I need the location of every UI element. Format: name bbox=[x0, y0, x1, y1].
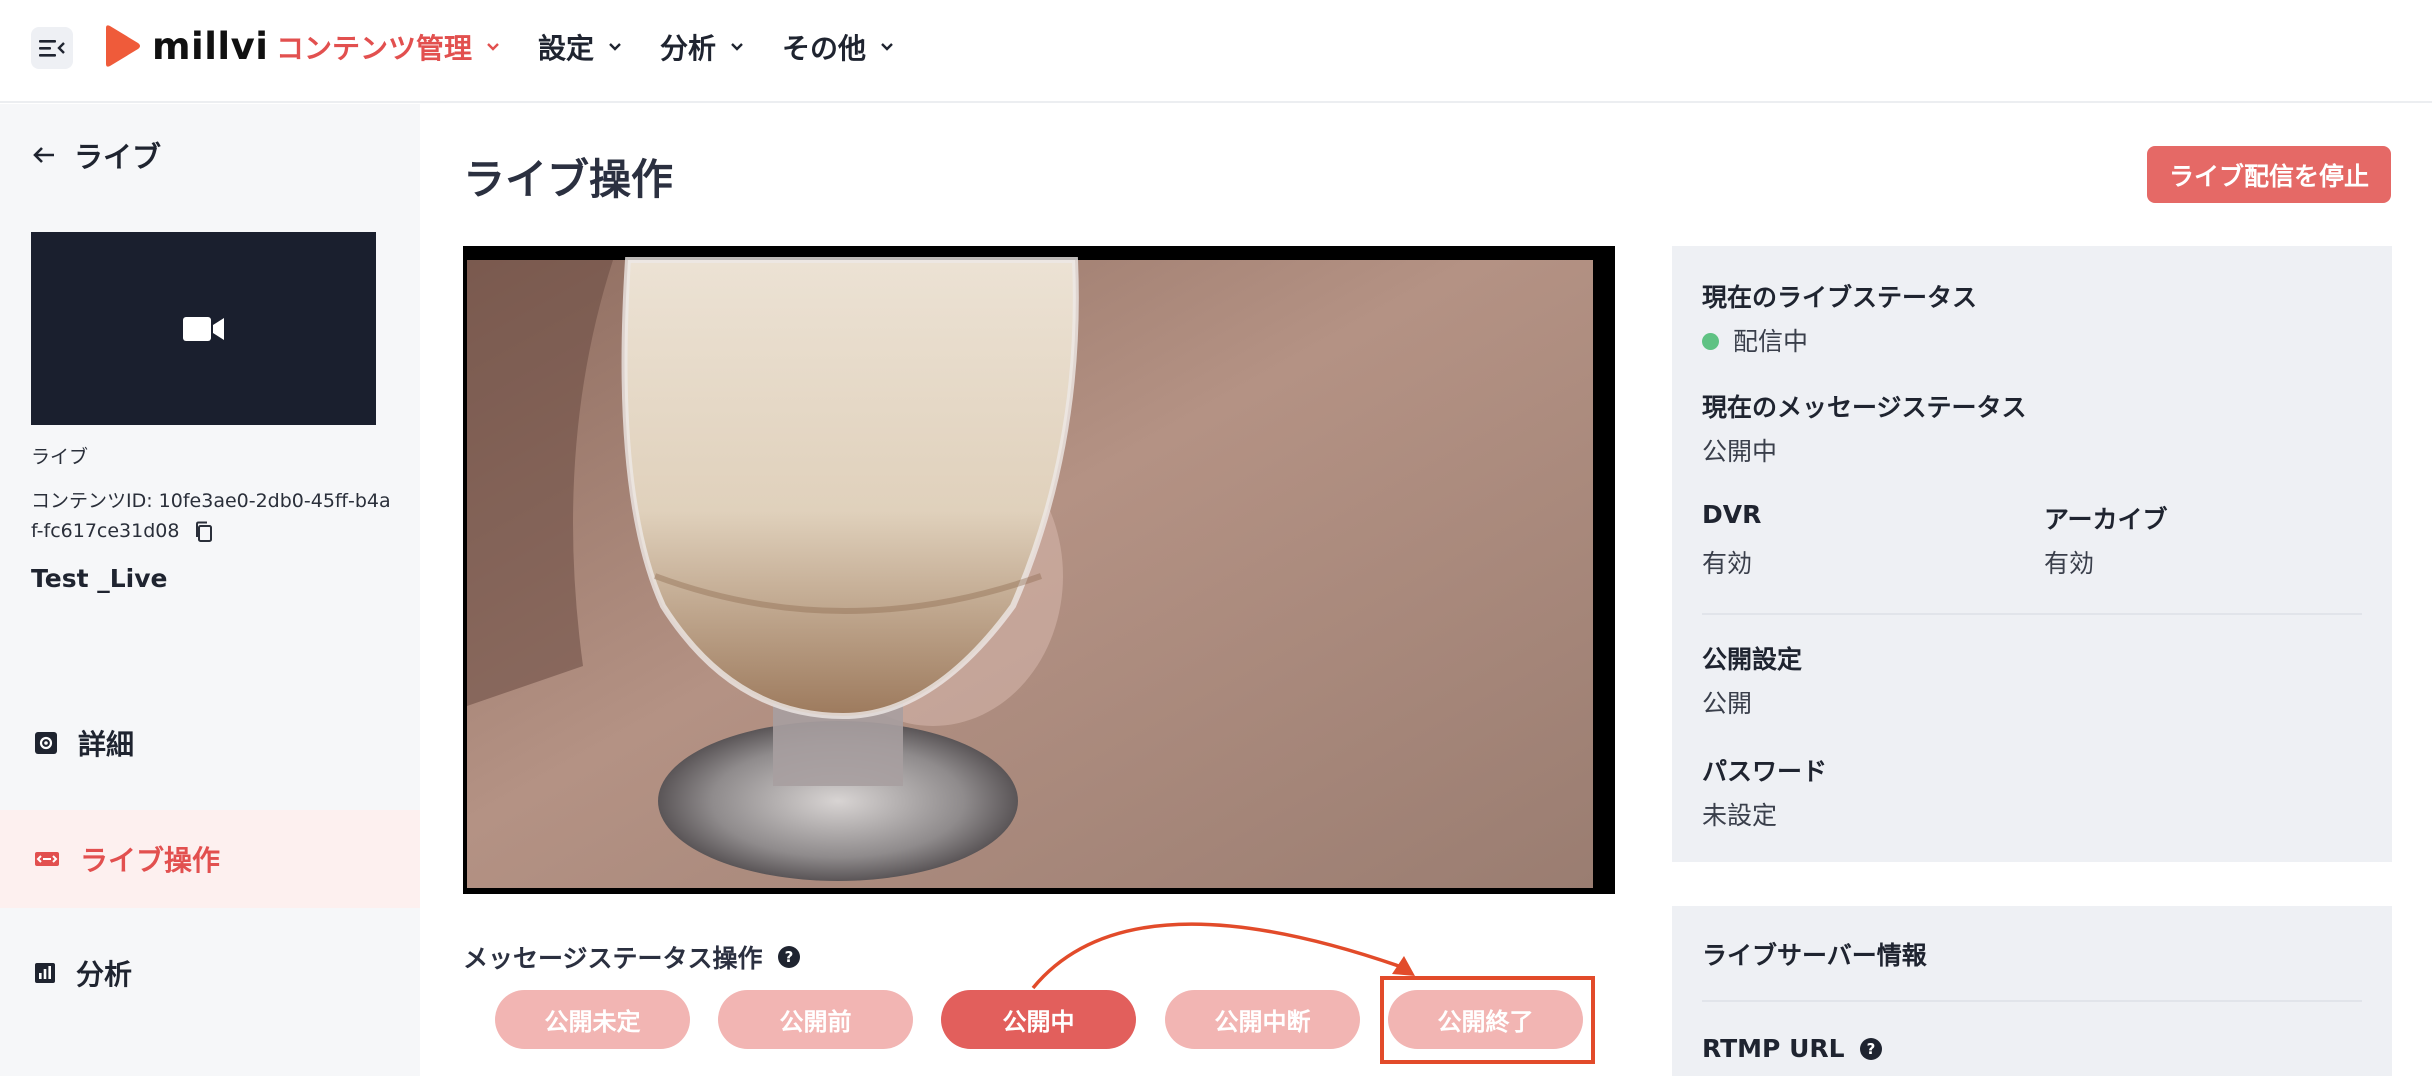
chart-icon bbox=[35, 963, 55, 983]
logo-text: millvi bbox=[152, 24, 269, 68]
back-link[interactable]: ライブ bbox=[32, 134, 161, 176]
chevron-down-icon bbox=[881, 43, 893, 51]
arrow-left-icon bbox=[33, 147, 54, 163]
status-dot bbox=[1702, 332, 1719, 350]
content-id: コンテンツID: 10fe3ae0-2db0-45ff-b4af-fc617ce… bbox=[31, 486, 391, 546]
message-status-header: メッセージステータス操作 ? bbox=[463, 939, 801, 975]
sidebar-item-analytics[interactable]: 分析 bbox=[0, 924, 420, 1022]
play-logo-icon bbox=[106, 25, 140, 67]
video-frame bbox=[463, 246, 1615, 894]
sidebar: ライブ ライブ コンテンツID: 10fe3ae0-2db0-45ff-b4af… bbox=[0, 104, 420, 1076]
sidebar-item-live-operation[interactable]: ライブ操作 bbox=[0, 810, 420, 908]
main-nav: コンテンツ管理 設定 分析 その他 bbox=[276, 27, 932, 67]
live-icon bbox=[35, 852, 59, 866]
dvr-value: 有効 bbox=[1702, 549, 1753, 578]
archive-value: 有効 bbox=[2044, 549, 2095, 578]
chevron-down-icon bbox=[731, 43, 743, 51]
sidebar-item-label: 分析 bbox=[76, 958, 133, 991]
millvi-logo[interactable]: millvi bbox=[102, 24, 268, 68]
nav-label: 分析 bbox=[660, 32, 717, 65]
menu-collapse-icon bbox=[39, 40, 65, 57]
help-icon[interactable]: ? bbox=[777, 945, 801, 969]
svg-text:?: ? bbox=[1866, 1040, 1875, 1058]
dvr-label: DVR bbox=[1702, 500, 1762, 529]
nav-label: 設定 bbox=[538, 32, 595, 65]
page-title: ライブ操作 bbox=[463, 155, 674, 204]
live-status-text: 配信中 bbox=[1733, 327, 1809, 356]
sidebar-item-details[interactable]: 詳細 bbox=[0, 694, 420, 792]
password-value: 未設定 bbox=[1702, 801, 1778, 830]
svg-text:?: ? bbox=[784, 948, 793, 966]
rtmp-url-row: RTMP URL ? bbox=[1702, 1034, 1883, 1063]
stop-live-button[interactable]: ライブ配信を停止 bbox=[2147, 146, 2391, 203]
archive-label: アーカイブ bbox=[2044, 505, 2168, 534]
content-title: Test _Live bbox=[31, 564, 168, 593]
annotation-highlight-box bbox=[1380, 976, 1595, 1064]
status-button-paused[interactable]: 公開中断 bbox=[1165, 990, 1360, 1049]
visibility-value: 公開 bbox=[1702, 689, 1753, 718]
status-button-before-publish[interactable]: 公開前 bbox=[718, 990, 913, 1049]
message-status-title: 現在のメッセージステータス bbox=[1702, 393, 2027, 422]
live-status-panel: 現在のライブステータス 配信中 現在のメッセージステータス 公開中 DVR 有効… bbox=[1672, 246, 2392, 862]
divider bbox=[1702, 1000, 2362, 1002]
live-status-label: 現在のライブステータス bbox=[1702, 283, 1978, 312]
video-camera-icon bbox=[182, 316, 224, 341]
nav-settings[interactable]: 設定 bbox=[538, 27, 622, 67]
back-label: ライブ bbox=[74, 140, 162, 174]
password-label: パスワード bbox=[1702, 757, 1828, 786]
visibility-label: 公開設定 bbox=[1702, 645, 1803, 674]
copy-icon[interactable] bbox=[194, 521, 214, 543]
chevron-down-icon bbox=[609, 43, 621, 51]
nav-label: その他 bbox=[782, 32, 867, 65]
server-panel-title: ライブサーバー情報 bbox=[1702, 941, 1927, 970]
annotation-arrow bbox=[1031, 922, 1415, 990]
settings-icon bbox=[35, 732, 57, 754]
message-status-value: 公開中 bbox=[1702, 437, 1778, 466]
help-icon[interactable]: ? bbox=[1859, 1037, 1883, 1061]
live-server-panel: ライブサーバー情報 RTMP URL ? bbox=[1672, 906, 2392, 1076]
live-video-player[interactable] bbox=[463, 246, 1615, 894]
rtmp-url-label: RTMP URL bbox=[1702, 1034, 1845, 1063]
sidebar-item-label: ライブ操作 bbox=[80, 844, 221, 877]
status-button-undecided[interactable]: 公開未定 bbox=[495, 990, 690, 1049]
sidebar-item-label: 詳細 bbox=[78, 728, 135, 761]
message-status-label: メッセージステータス操作 bbox=[463, 944, 763, 973]
nav-label: コンテンツ管理 bbox=[276, 32, 473, 65]
chevron-down-icon bbox=[487, 43, 499, 51]
content-thumbnail bbox=[31, 232, 376, 425]
sidebar-toggle-button[interactable] bbox=[31, 27, 73, 69]
status-button-publishing[interactable]: 公開中 bbox=[941, 990, 1136, 1049]
content-type: ライブ bbox=[31, 446, 89, 468]
divider bbox=[1702, 613, 2362, 615]
nav-analytics[interactable]: 分析 bbox=[660, 27, 744, 67]
nav-other[interactable]: その他 bbox=[782, 27, 894, 67]
nav-content-management[interactable]: コンテンツ管理 bbox=[276, 27, 500, 67]
live-status-value: 配信中 bbox=[1702, 322, 1808, 358]
top-navigation-bar: millvi コンテンツ管理 設定 分析 その他 bbox=[0, 0, 2432, 103]
